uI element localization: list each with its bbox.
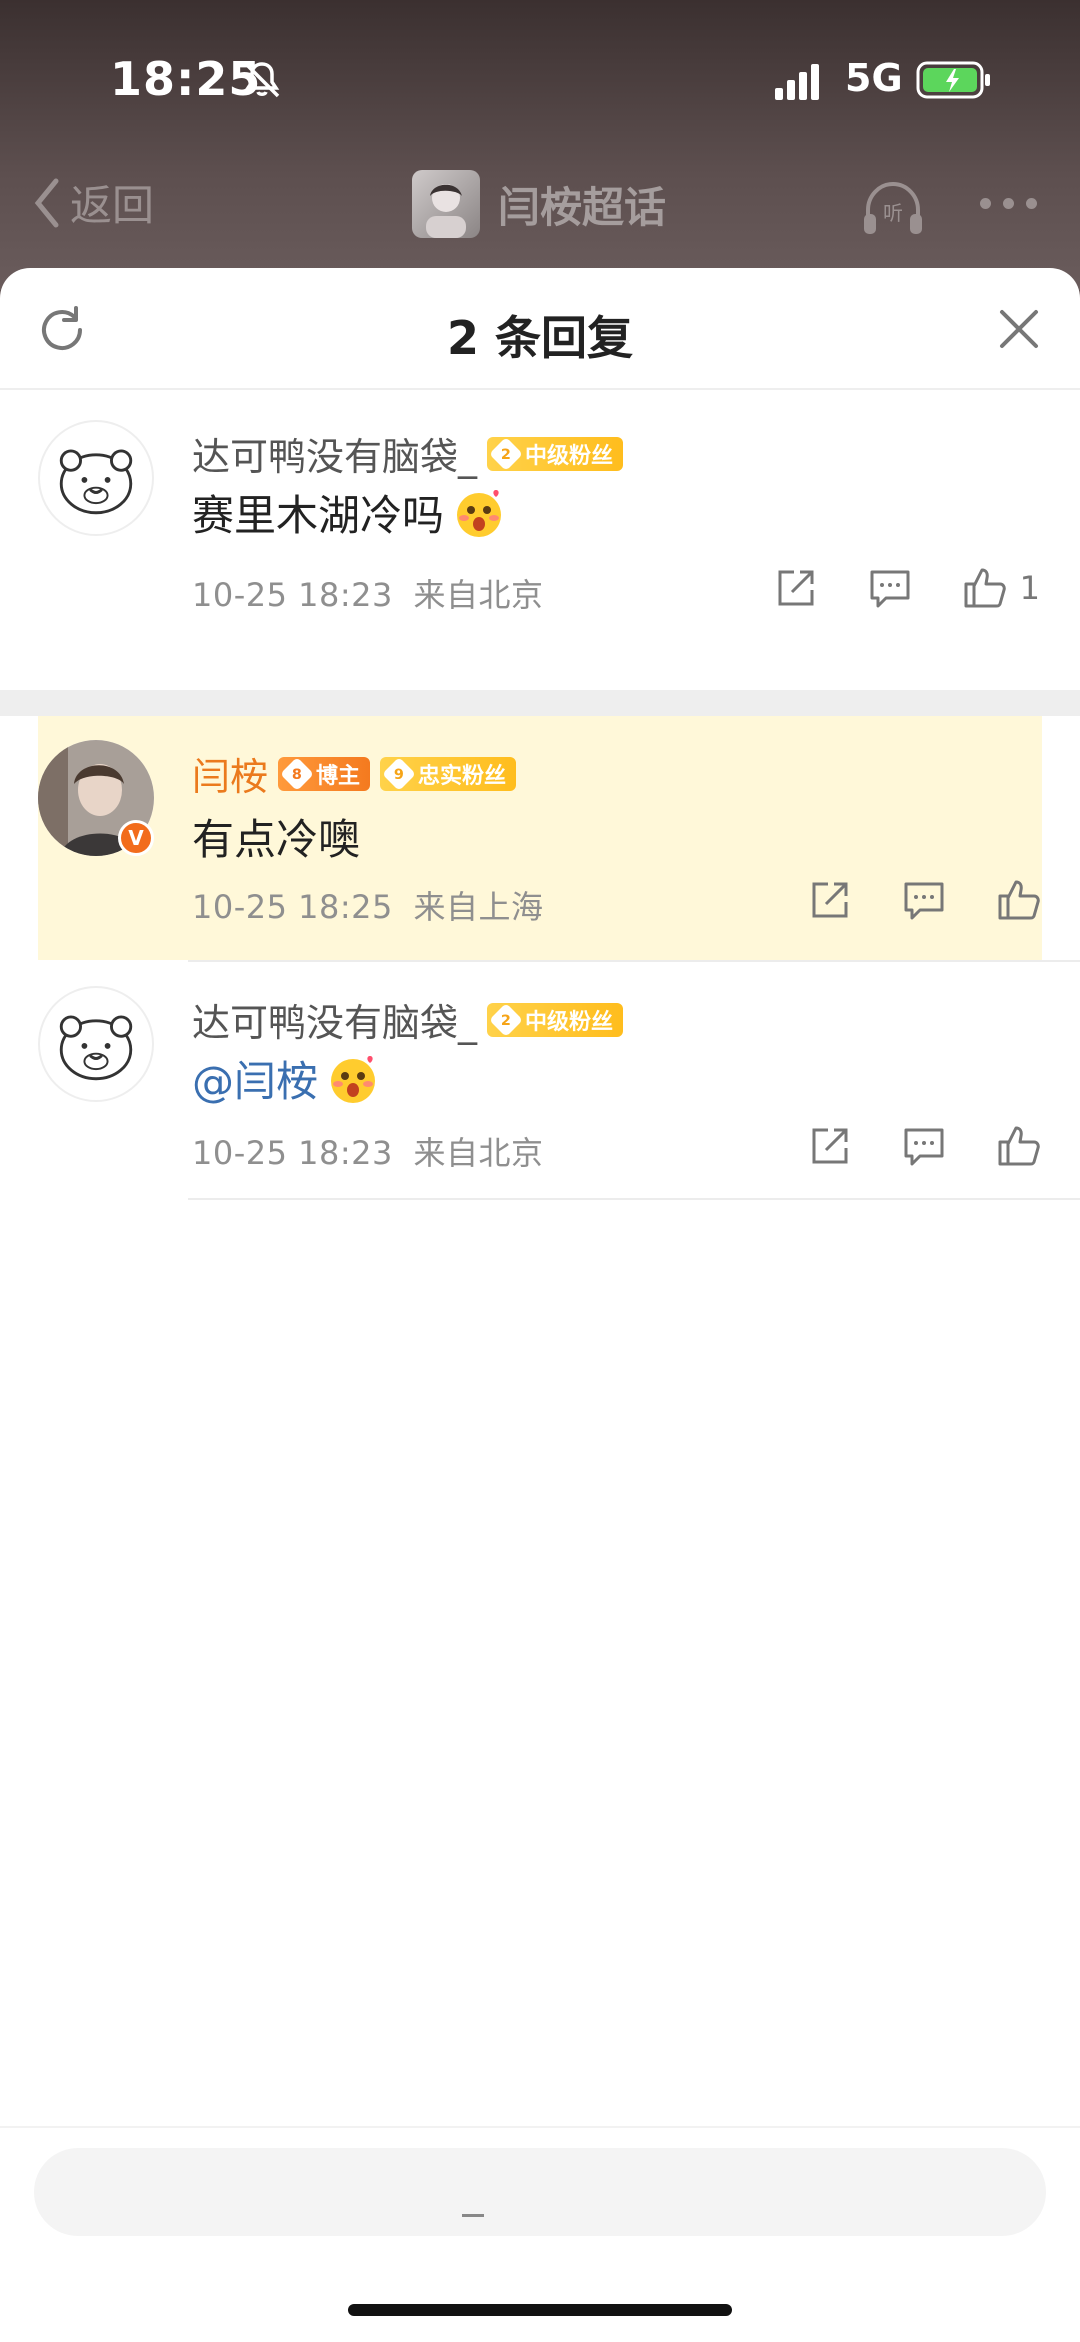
share-icon[interactable] [808, 1124, 852, 1168]
username[interactable]: 闫桉 [192, 746, 268, 801]
back-label: 返回 [70, 181, 155, 230]
fan-badge[interactable]: 2 中级粉丝 [487, 436, 624, 471]
listen-headphones-icon[interactable]: 听 [860, 174, 926, 240]
thumbs-up-icon [964, 568, 1006, 608]
comment-actions [808, 878, 1040, 922]
verified-badge: V [118, 820, 154, 856]
fan-level-gem-icon: 9 [382, 756, 417, 791]
username[interactable]: 达可鸭没有脑袋_ [192, 426, 477, 481]
home-indicator[interactable] [348, 2304, 732, 2316]
comment-location: 来自北京 [413, 1134, 544, 1172]
fan-level-gem-icon: 2 [489, 1002, 523, 1037]
host-badge-label: 博主 [316, 763, 361, 789]
share-icon[interactable] [774, 566, 818, 610]
section-divider [0, 690, 1080, 716]
text-cursor [462, 2214, 484, 2217]
network-type: 5G [845, 56, 903, 100]
comment-time: 10-25 18:23 [192, 1134, 393, 1172]
comment-time: 10-25 18:23 [192, 576, 393, 614]
status-time: 18:25 [110, 52, 262, 106]
reply-input[interactable] [34, 2148, 1046, 2236]
listen-label: 听 [883, 201, 903, 225]
chevron-left-icon [34, 178, 59, 227]
reply-sheet: 2 条回复 达可鸭没有脑袋_ 2 中级粉丝 赛里木湖冷吗 10-25 18:23… [0, 268, 1080, 2342]
comment-meta: 10-25 18:23 来自北京 [192, 1128, 544, 1174]
topic-header[interactable]: 闫桉超话 [412, 170, 666, 238]
mute-bell-icon [244, 62, 280, 98]
reply-comment-host: V 闫桉 8 博主 9 忠实粉丝 有点冷噢 10-25 18:25 来自上海 [0, 716, 1080, 960]
comment-meta: 10-25 18:23 来自北京 [192, 570, 544, 616]
topic-title: 闫桉超话 [498, 182, 667, 232]
comment-meta: 10-25 18:25 来自上海 [192, 882, 544, 928]
avatar[interactable] [38, 420, 154, 536]
comment-text-content: 有点冷噢 [192, 815, 361, 864]
comment-text: 赛里木湖冷吗 [192, 482, 506, 543]
fan-badge[interactable]: 2 中级粉丝 [487, 1002, 624, 1037]
sheet-title: 2 条回复 [446, 311, 634, 365]
share-icon[interactable] [808, 878, 852, 922]
thumbs-up-icon[interactable] [996, 878, 1040, 922]
blushing-face-emoji-icon [331, 1055, 376, 1103]
reply-comment-icon[interactable] [902, 1124, 946, 1168]
name-row: 达可鸭没有脑袋_ 2 中级粉丝 [192, 426, 624, 481]
username[interactable]: 达可鸭没有脑袋_ [192, 992, 477, 1047]
fan-badge-label: 忠实粉丝 [418, 763, 507, 789]
like-count: 1 [1019, 569, 1040, 607]
comment-text: @闫桉 [192, 1048, 380, 1109]
reply-comment: 达可鸭没有脑袋_ 2 中级粉丝 @闫桉 10-25 18:23 来自北京 [0, 962, 1080, 1198]
comment-actions [808, 1124, 1040, 1168]
comment-actions: 1 [774, 566, 1040, 610]
comment-location: 来自北京 [413, 576, 544, 614]
close-icon[interactable] [996, 306, 1042, 352]
name-row: 闫桉 8 博主 9 忠实粉丝 [192, 746, 517, 801]
comment-time: 10-25 18:25 [192, 888, 393, 926]
battery-icon [916, 61, 990, 99]
back-button[interactable]: 返回 [30, 172, 154, 233]
fan-badge[interactable]: 9 忠实粉丝 [380, 756, 517, 791]
comment-text: 有点冷噢 [192, 806, 360, 867]
reply-comment-icon[interactable] [902, 878, 946, 922]
thumbs-up-icon[interactable] [996, 1124, 1040, 1168]
name-row: 达可鸭没有脑袋_ 2 中级粉丝 [192, 992, 624, 1047]
comment-text-content: 赛里木湖冷吗 [192, 491, 445, 540]
host-badge[interactable]: 8 博主 [278, 756, 371, 791]
topic-avatar [412, 170, 480, 238]
page-header-backdrop [0, 0, 1080, 290]
like-button[interactable]: 1 [962, 566, 1040, 610]
fan-badge-label: 中级粉丝 [525, 443, 614, 469]
root-comment: 达可鸭没有脑袋_ 2 中级粉丝 赛里木湖冷吗 10-25 18:23 来自北京 [0, 390, 1080, 690]
signal-icon [775, 64, 819, 100]
more-options-button[interactable] [980, 198, 1037, 209]
crown-icon: 8 [280, 756, 314, 791]
fan-level-gem-icon: 2 [489, 436, 523, 471]
blushing-face-emoji-icon [457, 489, 502, 537]
avatar[interactable] [38, 986, 154, 1102]
divider [188, 1198, 1080, 1200]
reply-comment-icon[interactable] [868, 566, 912, 610]
mention-link[interactable]: @闫桉 [192, 1048, 318, 1109]
comment-location: 来自上海 [413, 888, 544, 926]
fan-badge-label: 中级粉丝 [525, 1009, 614, 1035]
sheet-header: 2 条回复 [0, 268, 1080, 390]
